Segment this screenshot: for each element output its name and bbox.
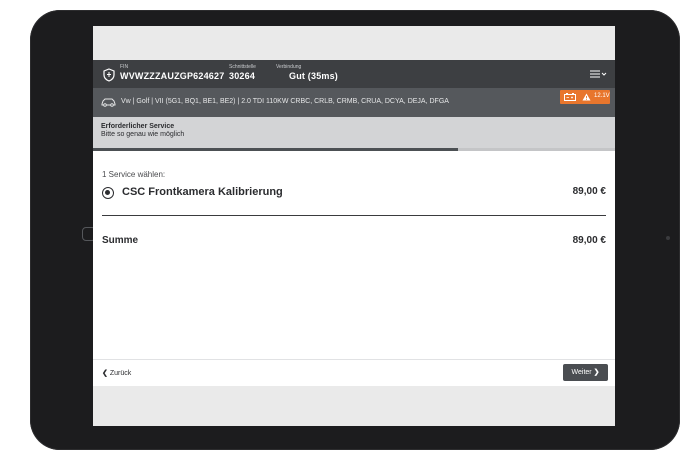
warning-icon: [582, 93, 591, 101]
service-price: 89,00 €: [572, 186, 606, 197]
connection-value: Gut (35ms): [289, 71, 339, 81]
step-title: Erforderlicher Service: [101, 123, 175, 130]
chevron-right-icon: ❯: [593, 369, 600, 376]
step-subtitle: Bitte so genau wie möglich: [101, 131, 185, 138]
battery-status-badge[interactable]: 12.1V: [560, 90, 610, 104]
vehicle-info-bar: Vw | Golf | VII (5G1, BQ1, BE1, BE2) | 2…: [93, 88, 615, 117]
sum-value: 89,00 €: [572, 235, 606, 246]
back-label: Zurück: [109, 370, 132, 377]
battery-icon: [564, 93, 576, 101]
footer-nav: ❮ Zurück Weiter ❯: [93, 359, 615, 386]
fin-field: FIN WVWZZZAUZGP624627: [120, 64, 224, 82]
service-radio[interactable]: [102, 187, 114, 199]
shield-icon: [103, 68, 115, 82]
vehicle-description: Vw | Golf | VII (5G1, BQ1, BE1, BE2) | 2…: [121, 98, 449, 105]
chevron-left-icon: ❮: [102, 370, 108, 377]
camera-dot: [666, 236, 670, 240]
select-service-label: 1 Service wählen:: [102, 170, 166, 179]
menu-icon[interactable]: [589, 68, 607, 80]
next-button[interactable]: Weiter ❯: [563, 364, 608, 381]
interface-value: 30264: [229, 71, 256, 81]
step-header: Erforderlicher Service Bitte so genau wi…: [93, 117, 615, 151]
app-screen: FIN WVWZZZAUZGP624627 Schnittstelle 3026…: [93, 26, 615, 426]
interface-field: Schnittstelle 30264: [229, 64, 256, 82]
service-name[interactable]: CSC Frontkamera Kalibrierung: [122, 186, 283, 198]
back-button[interactable]: ❮ Zurück: [102, 369, 131, 377]
fin-value: WVWZZZAUZGP624627: [120, 71, 225, 81]
divider: [102, 215, 606, 216]
car-icon: [101, 98, 116, 107]
connection-field: Verbindung Gut (35ms): [276, 64, 338, 82]
service-selection: 1 Service wählen: CSC Frontkamera Kalibr…: [93, 151, 615, 359]
sum-label: Summe: [102, 235, 139, 246]
battery-voltage: 12.1V: [594, 93, 610, 99]
next-label: Weiter: [571, 369, 592, 376]
app-header: FIN WVWZZZAUZGP624627 Schnittstelle 3026…: [93, 60, 615, 88]
